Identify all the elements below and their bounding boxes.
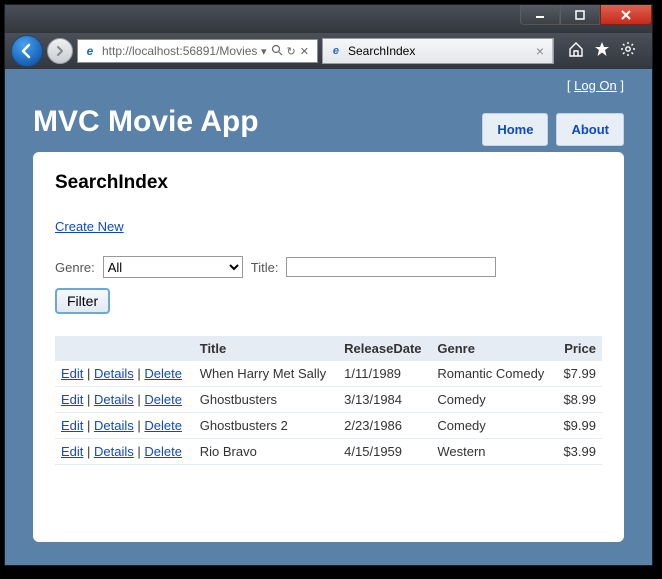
page-content: [ Log On ] MVC Movie App Home About Sear… (5, 69, 652, 565)
details-link[interactable]: Details (94, 366, 134, 381)
search-icon[interactable] (271, 44, 283, 59)
browser-window: e ▾ ↻ ✕ e SearchIndex × [ Log On ] (4, 4, 653, 566)
table-row: Edit | Details | DeleteRio Bravo4/15/195… (55, 439, 602, 465)
movies-table: Title ReleaseDate Genre Price Edit | Det… (55, 336, 602, 465)
tab-strip: e SearchIndex × (322, 38, 554, 64)
table-row: Edit | Details | DeleteGhostbusters3/13/… (55, 387, 602, 413)
delete-link[interactable]: Delete (144, 392, 182, 407)
maximize-icon (574, 9, 586, 21)
delete-link[interactable]: Delete (144, 366, 182, 381)
logon-link[interactable]: Log On (574, 78, 617, 93)
favorites-icon[interactable] (594, 41, 610, 62)
browser-navbar: e ▾ ↻ ✕ e SearchIndex × (5, 33, 652, 69)
col-title: Title (194, 336, 338, 361)
row-actions: Edit | Details | Delete (55, 361, 194, 387)
main-panel: SearchIndex Create New Genre: All Title:… (33, 152, 624, 542)
cell-title: Ghostbusters (194, 387, 338, 413)
create-new-link[interactable]: Create New (55, 219, 124, 234)
edit-link[interactable]: Edit (61, 444, 83, 459)
url-input[interactable] (102, 44, 257, 58)
col-genre: Genre (431, 336, 555, 361)
back-arrow-icon (18, 42, 36, 60)
cell-release: 2/23/1986 (338, 413, 431, 439)
cell-price: $9.99 (555, 413, 602, 439)
delete-link[interactable]: Delete (144, 444, 182, 459)
genre-select[interactable]: All (103, 256, 243, 278)
title-input[interactable] (286, 257, 496, 277)
row-actions: Edit | Details | Delete (55, 387, 194, 413)
forward-arrow-icon (54, 45, 66, 57)
cell-title: Rio Bravo (194, 439, 338, 465)
browser-tab[interactable]: e SearchIndex × (323, 39, 553, 63)
nav-home[interactable]: Home (482, 113, 548, 146)
cell-title: Ghostbusters 2 (194, 413, 338, 439)
address-bar-icons: ▾ ↻ ✕ (257, 44, 313, 59)
cell-price: $7.99 (555, 361, 602, 387)
window-minimize-button[interactable] (520, 5, 560, 25)
col-release: ReleaseDate (338, 336, 431, 361)
cell-genre: Western (431, 439, 555, 465)
login-strip: [ Log On ] (5, 69, 652, 101)
tab-close-icon[interactable]: × (536, 43, 544, 59)
gear-icon[interactable] (620, 41, 636, 62)
dropdown-icon[interactable]: ▾ (261, 45, 267, 58)
details-link[interactable]: Details (94, 444, 134, 459)
tab-title: SearchIndex (348, 44, 531, 58)
titlebar-spacer (11, 5, 520, 33)
cell-genre: Comedy (431, 413, 555, 439)
cell-genre: Romantic Comedy (431, 361, 555, 387)
home-icon[interactable] (568, 41, 584, 62)
forward-button[interactable] (47, 38, 73, 64)
cell-price: $3.99 (555, 439, 602, 465)
row-actions: Edit | Details | Delete (55, 439, 194, 465)
browser-tool-icons (558, 41, 646, 62)
cell-release: 1/11/1989 (338, 361, 431, 387)
back-button[interactable] (11, 35, 43, 67)
cell-release: 3/13/1984 (338, 387, 431, 413)
window-titlebar (5, 5, 652, 33)
col-price: Price (555, 336, 602, 361)
window-close-button[interactable] (600, 5, 652, 25)
page-heading: SearchIndex (55, 172, 602, 194)
edit-link[interactable]: Edit (61, 418, 83, 433)
table-row: Edit | Details | DeleteWhen Harry Met Sa… (55, 361, 602, 387)
address-bar[interactable]: e ▾ ↻ ✕ (77, 39, 318, 63)
cell-price: $8.99 (555, 387, 602, 413)
delete-link[interactable]: Delete (144, 418, 182, 433)
cell-title: When Harry Met Sally (194, 361, 338, 387)
filter-row: Genre: All Title: (55, 256, 602, 278)
cell-release: 4/15/1959 (338, 439, 431, 465)
stop-icon[interactable]: ✕ (300, 45, 309, 58)
edit-link[interactable]: Edit (61, 392, 83, 407)
close-icon (620, 9, 632, 21)
genre-label: Genre: (55, 260, 95, 275)
filter-button[interactable]: Filter (55, 288, 110, 314)
row-actions: Edit | Details | Delete (55, 413, 194, 439)
details-link[interactable]: Details (94, 418, 134, 433)
refresh-icon[interactable]: ↻ (287, 45, 296, 58)
minimize-icon (534, 9, 546, 21)
col-actions (55, 336, 194, 361)
window-maximize-button[interactable] (560, 5, 600, 25)
nav-about[interactable]: About (556, 113, 624, 146)
favicon-ie-icon: e (329, 44, 343, 58)
edit-link[interactable]: Edit (61, 366, 83, 381)
title-label: Title: (251, 260, 279, 275)
ie-icon: e (82, 43, 98, 59)
cell-genre: Comedy (431, 387, 555, 413)
details-link[interactable]: Details (94, 392, 134, 407)
table-row: Edit | Details | DeleteGhostbusters 22/2… (55, 413, 602, 439)
